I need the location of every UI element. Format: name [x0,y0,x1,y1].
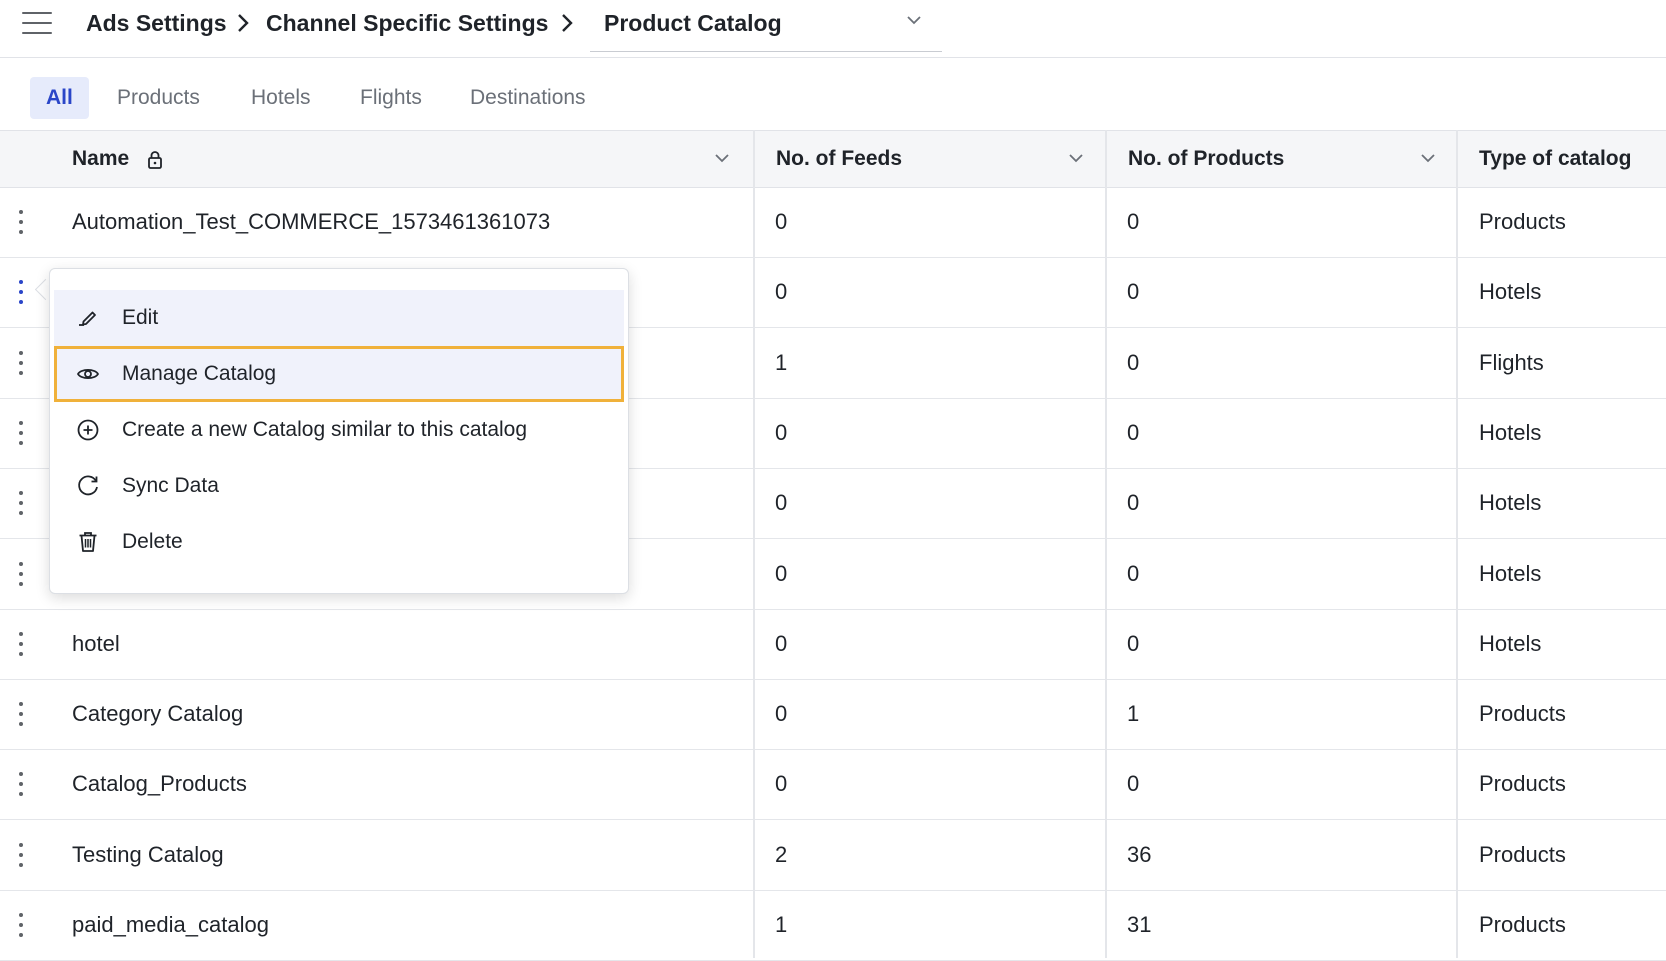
menu-item-label: Manage Catalog [122,362,277,385]
plus-circle-icon [77,419,99,441]
menu-item-label: Delete [122,530,183,553]
menu-item-manage-catalog[interactable]: Manage Catalog [54,346,624,402]
more-actions-icon[interactable] [14,418,28,448]
menu-item-create-similar[interactable]: Create a new Catalog similar to this cat… [54,402,624,458]
eye-icon [76,368,100,380]
more-actions-icon[interactable] [14,840,28,870]
cell-products: 0 [1127,490,1140,516]
cell-products: 0 [1127,419,1140,445]
cell-name[interactable]: paid_media_catalog [72,890,269,960]
cell-type: Hotels [1479,560,1542,586]
cell-products: 0 [1127,279,1140,305]
table-row[interactable]: Catalog_Products 0 0 Products [0,749,1666,821]
cell-feeds: 0 [775,630,788,656]
menu-item-edit[interactable]: Edit [54,290,624,346]
menu-item-sync-data[interactable]: Sync Data [54,458,624,514]
chevron-right-icon [562,14,573,32]
cell-type: Hotels [1479,279,1542,305]
cell-type: Products [1479,912,1566,937]
menu-item-delete[interactable]: Delete [54,514,624,570]
tab-flights[interactable]: Flights [344,77,438,119]
column-divider [1456,130,1458,958]
table-row[interactable]: Category Catalog 0 1 Products [0,679,1666,751]
cell-feeds: 2 [775,841,788,867]
menu-item-label: Create a new Catalog similar to this cat… [122,418,528,441]
cell-feeds: 0 [775,771,788,797]
lock-icon [148,151,162,169]
cell-name[interactable]: Category Catalog [72,679,243,749]
cell-feeds: 0 [775,490,788,516]
cell-feeds: 0 [775,279,788,305]
breadcrumb-channel-specific-settings[interactable]: Channel Specific Settings [266,10,548,37]
more-actions-icon[interactable] [14,348,28,378]
trash-icon [79,532,97,552]
cell-name[interactable]: Testing Catalog [72,820,224,890]
column-header-name[interactable]: Name [72,131,129,187]
cell-products: 36 [1127,841,1152,867]
cell-feeds: 0 [775,209,788,234]
cell-products: 0 [1127,560,1140,586]
column-header-products[interactable]: No. of Products [1128,131,1284,187]
menu-item-label: Edit [122,306,159,329]
table-row[interactable]: paid_media_catalog 1 31 Products [0,890,1666,961]
cell-type: Flights [1479,349,1544,375]
breadcrumb-ads-settings[interactable]: Ads Settings [86,10,227,37]
chevron-right-icon [238,14,249,32]
cell-products: 0 [1127,771,1140,797]
cell-name[interactable]: hotel [72,609,120,679]
tab-hotels[interactable]: Hotels [235,77,327,119]
cell-products: 0 [1127,349,1140,375]
row-actions-menu: Edit Manage Catalog Create a new Catalog… [49,268,629,594]
more-actions-icon[interactable] [14,277,28,307]
chevron-down-icon[interactable] [1420,152,1436,164]
cell-name[interactable]: Catalog_Products [72,749,247,819]
more-actions-icon[interactable] [14,910,28,940]
tab-products[interactable]: Products [101,77,216,119]
cell-type: Hotels [1479,490,1542,516]
cell-products: 0 [1127,209,1140,234]
column-header-type[interactable]: Type of catalog [1479,131,1631,187]
cell-products: 31 [1127,912,1152,937]
cell-feeds: 1 [775,912,788,937]
tab-destinations[interactable]: Destinations [454,77,602,119]
table-row[interactable]: hotel 0 0 Hotels [0,609,1666,680]
cell-type: Hotels [1479,419,1542,445]
table-header: Name No. of Feeds No. of Products Type o… [0,130,1666,188]
table-row[interactable]: Testing Catalog 2 36 Products [0,820,1666,891]
more-actions-icon[interactable] [14,488,28,518]
pencil-icon [79,311,96,326]
cell-feeds: 0 [775,560,788,586]
cell-feeds: 1 [775,349,788,375]
more-actions-icon[interactable] [14,769,28,799]
top-header: Ads Settings Channel Specific Settings P… [0,0,1666,58]
more-actions-icon[interactable] [14,699,28,729]
more-actions-icon[interactable] [14,629,28,659]
chevron-down-icon[interactable] [714,152,730,164]
column-divider [1105,130,1107,958]
more-actions-icon[interactable] [14,559,28,589]
more-actions-icon[interactable] [14,207,28,237]
cell-type: Products [1479,209,1566,234]
menu-item-label: Sync Data [122,474,219,497]
cell-type: Hotels [1479,630,1542,656]
tab-all[interactable]: All [30,77,89,119]
column-header-feeds[interactable]: No. of Feeds [776,131,902,187]
table-row[interactable]: Automation_Test_COMMERCE_1573461361073 0 0… [0,187,1666,258]
refresh-icon [78,475,98,496]
cell-feeds: 0 [775,701,788,727]
cell-type: Products [1479,701,1566,727]
hamburger-menu-icon[interactable] [22,12,52,34]
catalog-type-dropdown[interactable]: Product Catalog [590,0,942,52]
chevron-down-icon[interactable] [1068,152,1084,164]
cell-type: Products [1479,841,1566,867]
cell-type: Products [1479,771,1566,797]
chevron-down-icon [907,16,921,25]
cell-products: 0 [1127,630,1140,656]
cell-products: 1 [1127,701,1140,727]
cell-name[interactable]: Automation_Test_COMMERCE_1573461361073 [72,187,550,257]
cell-feeds: 0 [775,419,788,445]
dropdown-selected-value: Product Catalog [604,10,782,36]
column-divider [753,130,755,958]
